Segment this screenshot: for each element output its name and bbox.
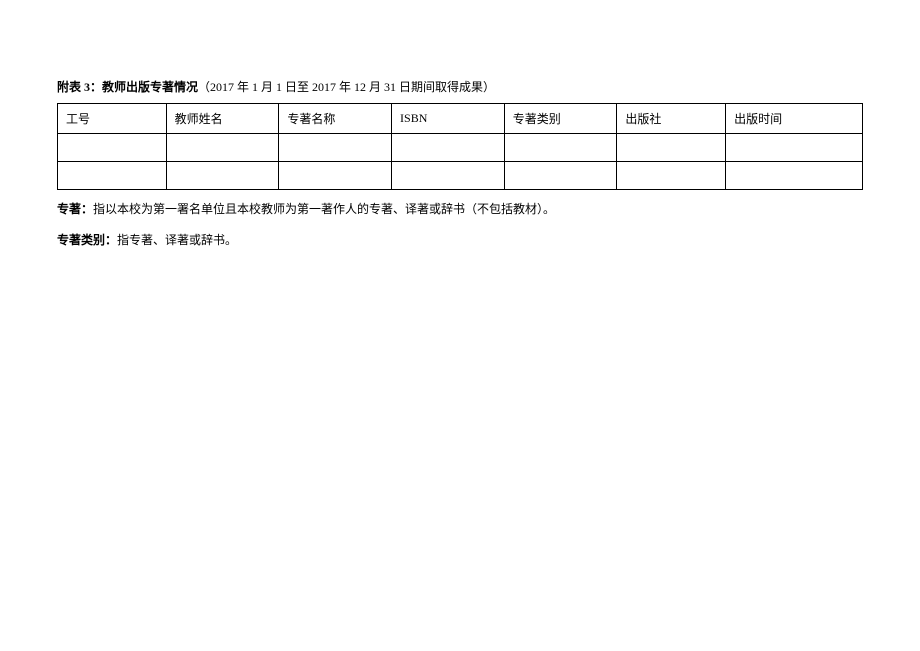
cell [58, 162, 167, 190]
cell [617, 134, 726, 162]
document-title: 附表 3：教师出版专著情况 [57, 80, 198, 94]
note-text: 指以本校为第一署名单位且本校教师为第一著作人的专著、译著或辞书（不包括教材）。 [93, 202, 555, 216]
publication-table: 工号 教师姓名 专著名称 ISBN 专著类别 出版社 出版时间 [57, 103, 863, 190]
note-text: 指专著、译著或辞书。 [117, 233, 237, 247]
cell [617, 162, 726, 190]
header-book-title: 专著名称 [279, 104, 392, 134]
header-isbn: ISBN [392, 104, 505, 134]
cell [58, 134, 167, 162]
cell [726, 162, 863, 190]
header-publisher: 出版社 [617, 104, 726, 134]
cell [279, 162, 392, 190]
document-title-line: 附表 3：教师出版专著情况（2017 年 1 月 1 日至 2017 年 12 … [57, 78, 863, 97]
note-label: 专著类别： [57, 233, 117, 247]
cell [726, 134, 863, 162]
table-header-row: 工号 教师姓名 专著名称 ISBN 专著类别 出版社 出版时间 [58, 104, 863, 134]
header-employee-id: 工号 [58, 104, 167, 134]
header-category: 专著类别 [504, 104, 617, 134]
note-line-1: 专著：指以本校为第一署名单位且本校教师为第一著作人的专著、译著或辞书（不包括教材… [57, 200, 863, 219]
cell [504, 134, 617, 162]
document-title-note: （2017 年 1 月 1 日至 2017 年 12 月 31 日期间取得成果） [198, 80, 495, 94]
cell [166, 162, 279, 190]
cell [166, 134, 279, 162]
cell [392, 162, 505, 190]
table-row [58, 134, 863, 162]
note-line-2: 专著类别：指专著、译著或辞书。 [57, 231, 863, 250]
note-label: 专著： [57, 202, 93, 216]
header-publish-date: 出版时间 [726, 104, 863, 134]
cell [392, 134, 505, 162]
header-teacher-name: 教师姓名 [166, 104, 279, 134]
cell [504, 162, 617, 190]
table-row [58, 162, 863, 190]
cell [279, 134, 392, 162]
